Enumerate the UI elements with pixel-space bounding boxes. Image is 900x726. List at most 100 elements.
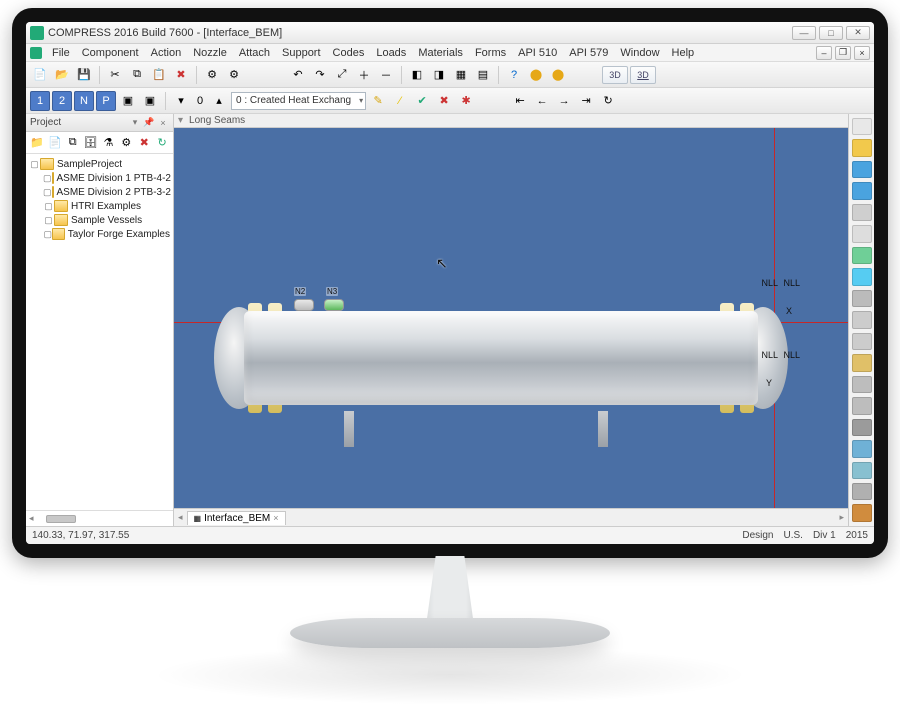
panel-dropdown-icon[interactable]: ▾: [129, 117, 141, 129]
nav-last-icon[interactable]: ⇥: [576, 91, 596, 111]
tool-icon[interactable]: ⚙: [224, 65, 244, 85]
horizontal-scrollbar[interactable]: ◂: [26, 510, 173, 526]
document-tab[interactable]: ▦ Interface_BEM ×: [187, 511, 286, 525]
badge-p[interactable]: P: [96, 91, 116, 111]
tab-scroll-right-icon[interactable]: ▸: [839, 512, 844, 523]
view-icon[interactable]: ▤: [473, 65, 493, 85]
refresh-icon[interactable]: ↻: [598, 91, 618, 111]
nav-prev-icon[interactable]: ←: [532, 91, 552, 111]
zoom-out-icon[interactable]: －: [376, 65, 396, 85]
palette-item[interactable]: [852, 247, 872, 264]
menu-file[interactable]: File: [46, 47, 76, 59]
zoom-in-icon[interactable]: ＋: [354, 65, 374, 85]
refresh-icon[interactable]: ↻: [154, 134, 170, 152]
menu-loads[interactable]: Loads: [370, 47, 412, 59]
view-icon[interactable]: ◨: [429, 65, 449, 85]
maximize-button[interactable]: □: [819, 26, 843, 40]
3d-viewport[interactable]: N2 N3 NLL NLL NLL NLL X Y ↖: [174, 128, 848, 508]
tool-icon[interactable]: ⚙: [202, 65, 222, 85]
menu-api579[interactable]: API 579: [563, 47, 614, 59]
vessel-model[interactable]: N2 N3: [214, 303, 788, 413]
close-button[interactable]: ✕: [846, 26, 870, 40]
mdi-close-button[interactable]: ×: [854, 46, 870, 60]
palette-item[interactable]: [852, 204, 872, 221]
filter-icon[interactable]: ⚗: [101, 134, 117, 152]
server-icon[interactable]: 🗄: [83, 134, 99, 152]
help-icon[interactable]: ?: [504, 65, 524, 85]
scroll-thumb[interactable]: [46, 515, 76, 523]
palette-item[interactable]: [852, 268, 872, 285]
view-icon[interactable]: ◧: [407, 65, 427, 85]
new-file-icon[interactable]: 📄: [30, 65, 50, 85]
tree-item[interactable]: ▢ HTRI Examples: [29, 199, 170, 213]
tree-item[interactable]: ▢ ASME Division 1 PTB-4-2: [29, 171, 170, 185]
mdi-minimize-button[interactable]: –: [816, 46, 832, 60]
new-icon[interactable]: 📄: [47, 134, 63, 152]
copy-icon[interactable]: ⧉: [65, 134, 81, 152]
menu-window[interactable]: Window: [614, 47, 665, 59]
badge-2[interactable]: 2: [52, 91, 72, 111]
project-tree[interactable]: ▢ SampleProject ▢ ASME Division 1 PTB-4-…: [26, 154, 173, 510]
badge-n[interactable]: N: [74, 91, 94, 111]
menu-materials[interactable]: Materials: [412, 47, 469, 59]
component-select[interactable]: 0 : Created Heat Exchang: [231, 92, 366, 110]
view-3d-button[interactable]: 3D: [602, 66, 628, 84]
palette-item[interactable]: [852, 290, 872, 307]
palette-item[interactable]: [852, 376, 872, 393]
settings-icon[interactable]: ⚙: [118, 134, 134, 152]
check-icon[interactable]: ✔: [412, 91, 432, 111]
nav-first-icon[interactable]: ⇤: [510, 91, 530, 111]
menu-support[interactable]: Support: [276, 47, 327, 59]
rev-up-icon[interactable]: ▴: [209, 91, 229, 111]
palette-item[interactable]: [852, 483, 872, 500]
palette-item[interactable]: [852, 161, 872, 178]
info-icon[interactable]: ⬤: [526, 65, 546, 85]
rev-down-icon[interactable]: ▾: [171, 91, 191, 111]
view-3d-wire-button[interactable]: 3D: [630, 66, 656, 84]
save-icon[interactable]: 💾: [74, 65, 94, 85]
menu-help[interactable]: Help: [666, 47, 701, 59]
palette-item[interactable]: [852, 462, 872, 479]
palette-item[interactable]: [852, 504, 872, 521]
palette-item[interactable]: [852, 419, 872, 436]
rotate-left-icon[interactable]: ↶: [288, 65, 308, 85]
cancel-icon[interactable]: ✖: [434, 91, 454, 111]
target-icon[interactable]: ✱: [456, 91, 476, 111]
panel-close-icon[interactable]: ×: [157, 117, 169, 129]
palette-item[interactable]: [852, 118, 872, 135]
menu-nozzle[interactable]: Nozzle: [187, 47, 233, 59]
menu-codes[interactable]: Codes: [327, 47, 371, 59]
menu-forms[interactable]: Forms: [469, 47, 512, 59]
mdi-restore-button[interactable]: ❐: [835, 46, 851, 60]
zoom-fit-icon[interactable]: ⤢: [332, 65, 352, 85]
minimize-button[interactable]: —: [792, 26, 816, 40]
panel-pin-icon[interactable]: 📌: [143, 117, 155, 129]
tree-item[interactable]: ▢ ASME Division 2 PTB-3-2: [29, 185, 170, 199]
highlight-icon[interactable]: ⁄: [390, 91, 410, 111]
delete-icon[interactable]: ✖: [136, 134, 152, 152]
badge-1[interactable]: 1: [30, 91, 50, 111]
palette-item[interactable]: [852, 354, 872, 371]
palette-item[interactable]: [852, 333, 872, 350]
view-icon[interactable]: ▦: [451, 65, 471, 85]
palette-item[interactable]: [852, 440, 872, 457]
tool-icon[interactable]: ▣: [140, 91, 160, 111]
paste-icon[interactable]: 📋: [149, 65, 169, 85]
menu-action[interactable]: Action: [145, 47, 188, 59]
tree-item[interactable]: ▢ Taylor Forge Examples: [29, 227, 170, 241]
cut-icon[interactable]: ✂: [105, 65, 125, 85]
tab-close-icon[interactable]: ×: [273, 513, 278, 523]
tree-item[interactable]: ▢ Sample Vessels: [29, 213, 170, 227]
tool-icon[interactable]: ▣: [118, 91, 138, 111]
palette-item[interactable]: [852, 225, 872, 242]
nav-next-icon[interactable]: →: [554, 91, 574, 111]
open-file-icon[interactable]: 📂: [52, 65, 72, 85]
rotate-right-icon[interactable]: ↷: [310, 65, 330, 85]
menu-attach[interactable]: Attach: [233, 47, 276, 59]
info-icon[interactable]: ⬤: [548, 65, 568, 85]
menu-api510[interactable]: API 510: [512, 47, 563, 59]
menu-component[interactable]: Component: [76, 47, 145, 59]
edit-icon[interactable]: ✎: [368, 91, 388, 111]
app-menu-icon[interactable]: [30, 47, 42, 59]
tab-scroll-left-icon[interactable]: ◂: [178, 512, 183, 523]
